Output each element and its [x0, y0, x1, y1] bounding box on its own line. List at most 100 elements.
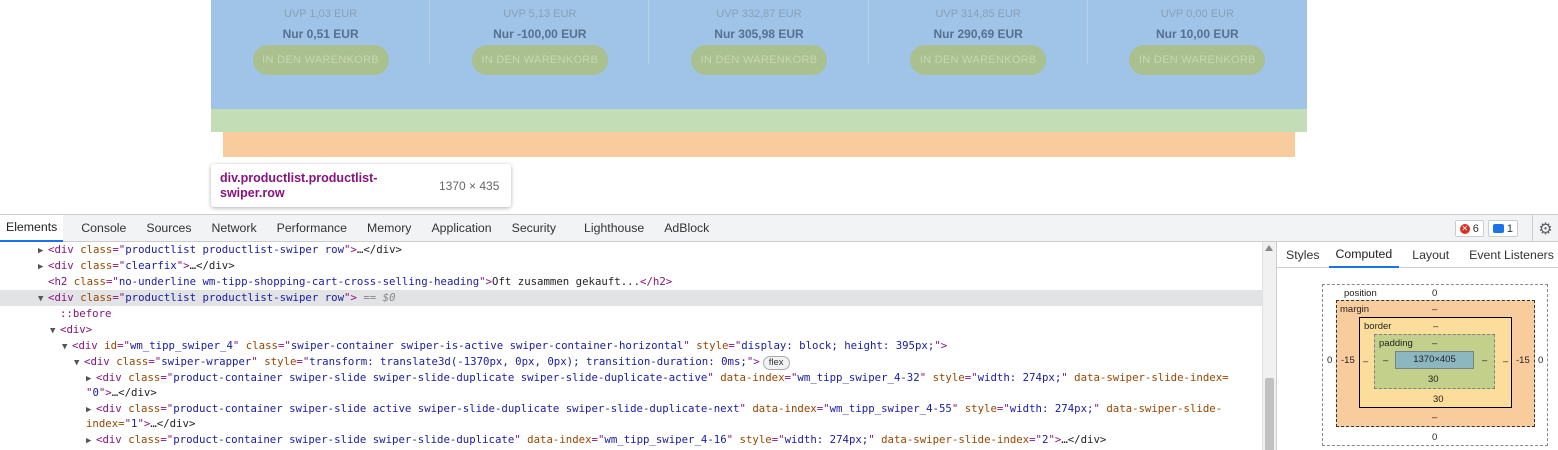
padding-left-value[interactable]: –: [1383, 355, 1388, 366]
product-slider-row: UVP 1,03 EUR Nur 0,51 EUR IN DEN WARENKO…: [211, 0, 1307, 109]
tab-elements[interactable]: Elements: [0, 214, 64, 242]
dom-pseudo-node[interactable]: ::before: [0, 306, 1262, 322]
product-card: UVP 332,87 EUR Nur 305,98 EUR IN DEN WAR…: [649, 0, 869, 109]
border-bottom-value[interactable]: 30: [1433, 394, 1444, 405]
add-to-cart-button[interactable]: IN DEN WARENKORB: [690, 45, 827, 75]
box-model-padding: padding – 30 – – 1370×405: [1374, 334, 1495, 389]
message-count: 1: [1506, 222, 1513, 235]
tab-styles[interactable]: Styles: [1279, 242, 1327, 268]
dom-node[interactable]: ▼ <div class="swiper-wrapper" style="tran…: [0, 354, 1262, 370]
error-count-badge[interactable]: ✕ 6: [1454, 220, 1484, 237]
devtools-tabbar: Elements Console Sources Network Perform…: [0, 214, 1558, 242]
add-to-cart-button[interactable]: IN DEN WARENKORB: [471, 45, 608, 75]
product-card: UVP 0,00 EUR Nur 10,00 EUR IN DEN WARENK…: [1088, 0, 1307, 109]
product-price: Nur -100,00 EUR: [493, 27, 587, 41]
error-count: 6: [1472, 222, 1479, 235]
scrollbar-thumb[interactable]: [1265, 378, 1274, 450]
dom-node[interactable]: ▼ <div id="wm_tipp_swiper_4" class="swipe…: [0, 338, 1262, 354]
tab-adblock[interactable]: AdBlock: [658, 215, 715, 242]
border-label: border: [1364, 321, 1392, 332]
add-to-cart-button[interactable]: IN DEN WARENKORB: [1129, 45, 1266, 75]
page-viewport: UVP 1,03 EUR Nur 0,51 EUR IN DEN WARENKO…: [0, 0, 1558, 214]
padding-top-value[interactable]: –: [1432, 338, 1437, 349]
border-left-value[interactable]: –: [1363, 356, 1368, 367]
add-to-cart-button[interactable]: IN DEN WARENKORB: [910, 45, 1047, 75]
scroll-up-arrow-icon[interactable]: [1265, 245, 1273, 251]
product-price: Nur 305,98 EUR: [714, 27, 804, 41]
margin-left-value[interactable]: -15: [1341, 355, 1355, 366]
position-bottom-value[interactable]: 0: [1432, 432, 1437, 443]
tab-computed[interactable]: Computed: [1328, 242, 1400, 268]
dom-node[interactable]: ▶ <div class="clearfix">…</div>: [0, 258, 1262, 274]
product-uvp: UVP 332,87 EUR: [716, 8, 802, 20]
product-card: UVP 5,13 EUR Nur -100,00 EUR IN DEN WARE…: [430, 0, 650, 109]
padding-right-value[interactable]: –: [1482, 355, 1487, 366]
devtools-tabbar-right: ✕ 6 1 ⚙: [1454, 215, 1558, 242]
dom-node-continued: "0">…</div>: [86, 386, 157, 399]
dom-node[interactable]: ▶ <div class="product-container swiper-sl…: [0, 401, 1262, 417]
dom-node[interactable]: ▼ <div>: [0, 322, 1262, 338]
product-uvp: UVP 1,03 EUR: [284, 8, 358, 20]
padding-bottom-value[interactable]: 30: [1428, 374, 1439, 385]
dom-node[interactable]: ▶ <div class="product-container swiper-sl…: [0, 370, 1262, 386]
browser-window: UVP 1,03 EUR Nur 0,51 EUR IN DEN WARENKO…: [0, 0, 1558, 450]
box-model-diagram: position 0 0 0 0 margin – – -15 -15 bord…: [1322, 284, 1548, 446]
box-model-content-size[interactable]: 1370×405: [1395, 351, 1474, 369]
tooltip-element-name: div.productlist.productlist-swiper.row: [220, 170, 378, 200]
expand-triangle-icon[interactable]: ▶: [38, 259, 48, 275]
tooltip-element-size: 1370 × 435: [439, 178, 500, 193]
dom-node[interactable]: <h2 class="no-underline wm-tipp-shopping…: [0, 274, 1262, 290]
border-top-value[interactable]: –: [1433, 321, 1438, 332]
settings-gear-icon[interactable]: ⚙: [1532, 215, 1558, 242]
tab-application[interactable]: Application: [425, 215, 497, 242]
box-model-margin: margin – – -15 -15 border – 30 – – paddi…: [1336, 300, 1535, 427]
tab-event-listeners[interactable]: Event Listeners: [1462, 242, 1558, 268]
side-panel-tabbar: Styles Computed Layout Event Listeners: [1277, 242, 1558, 268]
tab-lighthouse[interactable]: Lighthouse: [578, 215, 650, 242]
tab-console[interactable]: Console: [75, 215, 132, 242]
position-left-value[interactable]: 0: [1327, 355, 1332, 366]
collapse-triangle-icon[interactable]: ▼: [38, 291, 48, 307]
dom-node-selected[interactable]: ▼ <div class="productlist productlist-swi…: [0, 290, 1262, 306]
tab-layout[interactable]: Layout: [1405, 242, 1456, 268]
elements-dom-tree: ▶ <div class="productlist productlist-swi…: [0, 242, 1276, 450]
tab-security[interactable]: Security: [506, 215, 562, 242]
styles-side-panel: Styles Computed Layout Event Listeners p…: [1276, 242, 1558, 450]
position-label: position: [1344, 288, 1377, 299]
expand-triangle-icon[interactable]: ▶: [86, 433, 96, 449]
product-uvp: UVP 0,00 EUR: [1160, 8, 1234, 20]
error-icon: ✕: [1459, 223, 1470, 234]
dom-node[interactable]: ▶ <div class="productlist productlist-swi…: [0, 242, 1262, 258]
position-right-value[interactable]: 0: [1538, 355, 1543, 366]
collapse-triangle-icon[interactable]: ▼: [50, 323, 60, 339]
margin-top-value[interactable]: –: [1432, 304, 1437, 315]
message-icon: [1492, 224, 1504, 233]
margin-bottom-value[interactable]: –: [1432, 412, 1437, 423]
dom-tree-scrollbar[interactable]: [1262, 242, 1276, 450]
highlight-margin-area: [223, 132, 1295, 157]
expand-triangle-icon[interactable]: ▶: [38, 243, 48, 259]
box-model-border: border – 30 – – padding – 30 – – 1370×40…: [1359, 317, 1512, 408]
position-top-value[interactable]: 0: [1432, 288, 1437, 299]
margin-right-value[interactable]: -15: [1516, 355, 1530, 366]
border-right-value[interactable]: –: [1503, 356, 1508, 367]
tab-performance[interactable]: Performance: [271, 215, 353, 242]
dom-node[interactable]: ▶ <div class="product-container swiper-sl…: [0, 432, 1262, 448]
padding-label: padding: [1379, 338, 1413, 349]
inspect-tooltip: div.productlist.productlist-swiper.row 1…: [211, 164, 511, 207]
highlight-border-area: [211, 109, 1307, 132]
message-count-badge[interactable]: 1: [1487, 220, 1518, 237]
collapse-triangle-icon[interactable]: ▼: [62, 339, 72, 355]
collapse-triangle-icon[interactable]: ▼: [74, 355, 84, 371]
add-to-cart-button[interactable]: IN DEN WARENKORB: [252, 45, 389, 75]
devtools-panel: Elements Console Sources Network Perform…: [0, 214, 1558, 450]
tab-memory[interactable]: Memory: [361, 215, 417, 242]
tab-network[interactable]: Network: [206, 215, 263, 242]
product-card: UVP 1,03 EUR Nur 0,51 EUR IN DEN WARENKO…: [211, 0, 431, 109]
flex-badge[interactable]: flex: [762, 356, 790, 370]
product-uvp: UVP 5,13 EUR: [503, 8, 577, 20]
product-price: Nur 0,51 EUR: [282, 27, 359, 41]
tab-sources[interactable]: Sources: [140, 215, 197, 242]
product-price: Nur 10,00 EUR: [1155, 27, 1239, 41]
product-price: Nur 290,69 EUR: [933, 27, 1023, 41]
